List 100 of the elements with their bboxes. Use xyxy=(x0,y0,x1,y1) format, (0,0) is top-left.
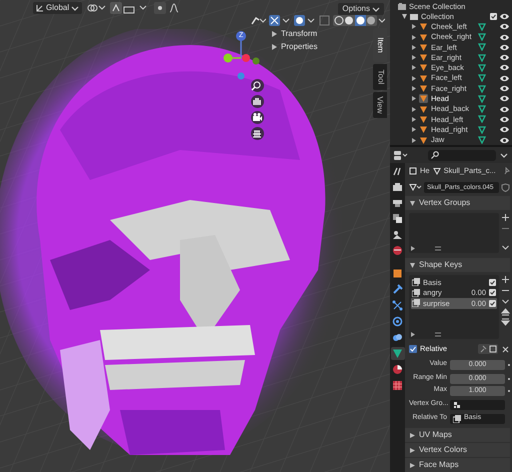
eye-icon[interactable] xyxy=(500,74,509,82)
eye-icon[interactable] xyxy=(500,34,509,41)
properties-tab[interactable] xyxy=(390,244,404,257)
eye-icon[interactable] xyxy=(500,85,509,92)
collapse-arrow-icon[interactable] xyxy=(272,44,277,50)
zoom-icon[interactable] xyxy=(251,79,264,92)
eye-icon[interactable] xyxy=(500,64,509,72)
collection-icon xyxy=(398,2,406,10)
shading-mode-icon[interactable] xyxy=(333,15,385,26)
sidebar-tab[interactable]: View xyxy=(373,92,387,118)
add-icon[interactable] xyxy=(501,275,510,284)
eye-icon[interactable] xyxy=(500,23,509,30)
editor-type-icon[interactable] xyxy=(394,150,408,160)
shape-key-tools-icon[interactable] xyxy=(478,344,498,354)
vertex-group-field[interactable] xyxy=(450,400,505,410)
mesh-browse-icon[interactable] xyxy=(409,183,422,191)
eye-icon[interactable] xyxy=(500,54,509,62)
caret-icon[interactable] xyxy=(501,297,510,306)
properties-tab[interactable] xyxy=(390,315,404,328)
collapse-arrow-icon[interactable] xyxy=(410,262,415,268)
checkbox-icon[interactable] xyxy=(489,289,496,296)
fake-user-icon[interactable] xyxy=(501,182,510,192)
list-resize-handle-icon[interactable] xyxy=(411,332,441,337)
xray-toggle-icon[interactable] xyxy=(319,15,330,26)
world-icon xyxy=(392,245,403,256)
add-icon[interactable] xyxy=(501,213,510,222)
move-down-icon[interactable] xyxy=(501,318,510,326)
pin-icon[interactable] xyxy=(503,167,510,175)
shape-key-icon xyxy=(412,278,420,286)
properties-tab[interactable] xyxy=(390,347,404,360)
collapse-arrow-icon[interactable] xyxy=(410,432,415,438)
mesh-object-icon[interactable] xyxy=(419,22,428,32)
properties-tab[interactable] xyxy=(390,331,404,344)
eye-icon[interactable] xyxy=(500,116,509,123)
properties-tab[interactable] xyxy=(390,180,404,194)
mesh-object-icon[interactable] xyxy=(419,104,428,114)
move-up-icon[interactable] xyxy=(501,308,510,316)
object-icon xyxy=(392,268,403,280)
modifier-icon xyxy=(392,284,403,296)
collapse-arrow-icon[interactable] xyxy=(272,31,277,37)
checkbox-icon[interactable] xyxy=(489,300,496,307)
mesh-object-icon[interactable] xyxy=(419,125,428,134)
caret-icon[interactable] xyxy=(501,243,510,252)
search-icon xyxy=(431,151,439,159)
properties-tab[interactable] xyxy=(390,363,404,376)
eye-icon[interactable] xyxy=(500,44,509,51)
properties-tab[interactable] xyxy=(390,212,404,226)
collapse-arrow-icon[interactable] xyxy=(410,448,415,452)
eye-icon[interactable] xyxy=(500,136,509,144)
expand-arrow-icon[interactable] xyxy=(402,14,407,19)
shape-key-icon xyxy=(412,299,420,308)
sidebar-tab[interactable]: Tool xyxy=(373,64,387,90)
particles-icon xyxy=(392,300,403,312)
mesh-object-icon[interactable] xyxy=(419,53,428,62)
visibility-dropdown-icon[interactable] xyxy=(250,15,266,26)
eye-icon[interactable] xyxy=(500,12,509,20)
mesh-object-icon[interactable] xyxy=(419,32,428,42)
properties-tab[interactable] xyxy=(390,228,404,242)
scene-icon xyxy=(392,229,403,240)
mesh-object-icon[interactable] xyxy=(419,74,428,83)
grid-icon[interactable] xyxy=(251,127,264,140)
mesh-data-icon xyxy=(432,167,441,175)
options-dropdown[interactable]: Options xyxy=(338,3,384,15)
properties-tab[interactable] xyxy=(390,378,404,392)
checkbox-icon[interactable] xyxy=(489,278,496,286)
material-icon xyxy=(392,364,403,375)
mesh-object-icon[interactable] xyxy=(419,63,428,72)
camera-icon[interactable] xyxy=(251,111,264,124)
caret-icon[interactable] xyxy=(500,152,508,158)
mesh-object-icon[interactable] xyxy=(419,84,428,94)
eye-icon[interactable] xyxy=(500,95,509,102)
panel-header[interactable]: Properties xyxy=(281,41,318,53)
overlay-toggle-icon[interactable] xyxy=(294,15,316,26)
mesh-object-icon[interactable] xyxy=(419,114,428,124)
eye-icon[interactable] xyxy=(500,126,509,134)
collapse-arrow-icon[interactable] xyxy=(410,462,415,468)
search-field[interactable] xyxy=(428,150,496,160)
pivot-dropdown-icon[interactable] xyxy=(86,2,106,14)
collapse-arrow-icon[interactable] xyxy=(410,200,415,206)
list-resize-handle-icon[interactable] xyxy=(411,246,441,251)
orientation-dropdown[interactable]: Global xyxy=(33,2,82,14)
axes-icon xyxy=(36,4,44,12)
output-icon xyxy=(392,198,403,209)
mesh-object-icon[interactable] xyxy=(419,42,428,52)
gizmo-toggle-icon[interactable] xyxy=(269,15,291,26)
close-icon[interactable] xyxy=(501,344,510,354)
texture-icon xyxy=(392,380,403,391)
properties-tab[interactable] xyxy=(390,284,404,296)
render-icon xyxy=(392,182,403,193)
checkbox[interactable] xyxy=(409,345,417,353)
mesh-object-icon[interactable] xyxy=(419,94,428,104)
eye-icon[interactable] xyxy=(500,106,509,113)
data-icon xyxy=(392,348,403,359)
object-icon xyxy=(409,167,417,175)
properties-tab[interactable] xyxy=(390,300,404,312)
collection-icon xyxy=(410,12,418,20)
checkbox-icon[interactable] xyxy=(490,12,497,20)
shape-key-icon xyxy=(412,288,420,297)
properties-tab[interactable] xyxy=(390,268,404,280)
panel-header[interactable]: Transform xyxy=(281,28,318,40)
